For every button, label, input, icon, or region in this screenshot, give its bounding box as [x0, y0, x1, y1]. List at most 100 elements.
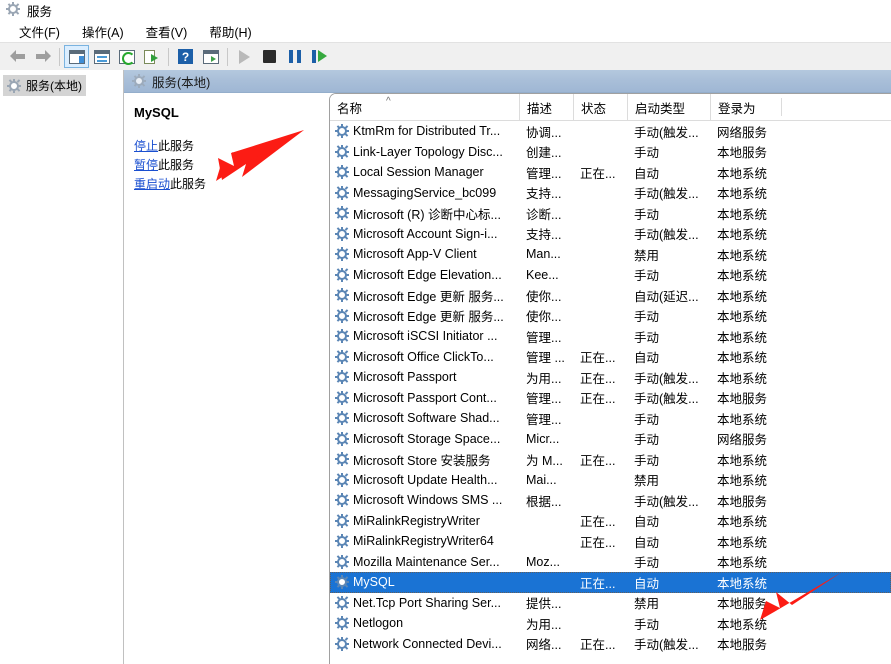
menu-action[interactable]: 操作(A)	[71, 20, 135, 43]
cell-service-name: Microsoft Office ClickTo...	[330, 349, 519, 364]
cell-log-on-as: 网络服务	[717, 433, 768, 448]
cell-startup-type: 手动	[634, 453, 660, 468]
show-action-pane-button[interactable]	[198, 45, 223, 68]
service-name-label: Microsoft iSCSI Initiator ...	[353, 329, 498, 344]
cell-log-on-as: 本地系统	[717, 351, 768, 366]
table-row[interactable]: Microsoft Software Shad... 管理... 手动 本地系统	[330, 408, 891, 429]
service-name-label: Link-Layer Topology Disc...	[353, 144, 503, 159]
table-row[interactable]: MessagingService_bc099 支持... 手动(触发... 本地系统	[330, 183, 891, 204]
start-service-button[interactable]	[232, 45, 257, 68]
table-row[interactable]: Microsoft Edge Elevation... Kee... 手动 本地系统	[330, 265, 891, 286]
column-header-log-on-as[interactable]: 登录为	[710, 94, 782, 120]
column-header-name[interactable]: 名称 ^	[330, 94, 519, 120]
cell-startup-type: 手动(触发...	[634, 187, 699, 202]
cell-status: 正在...	[580, 371, 616, 386]
cell-description: 为 M...	[526, 453, 563, 468]
table-row[interactable]: Local Session Manager 管理... 正在... 自动 本地系统	[330, 162, 891, 183]
cell-status: 正在...	[580, 392, 616, 407]
cell-log-on-as: 本地系统	[717, 289, 768, 304]
table-row[interactable]: Microsoft Passport Cont... 管理... 正在... 手动(触…	[330, 388, 891, 409]
column-header-startup-type[interactable]: 启动类型	[627, 94, 710, 120]
column-header-status-label: 状态	[581, 101, 607, 116]
table-row[interactable]: Mozilla Maintenance Ser... Moz... 手动 本地系统	[330, 552, 891, 573]
service-gear-icon	[335, 493, 349, 508]
restart-service-link[interactable]: 重启动	[134, 177, 170, 191]
export-list-button[interactable]	[139, 45, 164, 68]
forward-button[interactable]	[30, 45, 55, 68]
table-row[interactable]: Network Connected Devi... 网络... 正在... 手动(触发…	[330, 634, 891, 655]
table-row[interactable]: Microsoft Windows SMS ... 根据... 手动(触发... 本地…	[330, 490, 891, 511]
table-row[interactable]: Microsoft Passport 为用... 正在... 手动(触发... 本地系统	[330, 367, 891, 388]
tree-node-services-local[interactable]: 服务(本地)	[3, 75, 86, 96]
table-row[interactable]: MiRalinkRegistryWriter 正在... 自动 本地系统	[330, 511, 891, 532]
cell-startup-type: 手动	[634, 556, 660, 571]
cell-service-name: Microsoft Store 安装服务	[330, 450, 519, 469]
back-button[interactable]	[5, 45, 30, 68]
title-bar: 服务	[0, 0, 891, 20]
table-row[interactable]: MiRalinkRegistryWriter64 正在... 自动 本地系统	[330, 531, 891, 552]
service-name-label: Microsoft Software Shad...	[353, 411, 500, 426]
properties-icon	[93, 49, 110, 64]
results-pane: 服务(本地) MySQL 停止此服务 暂停此服务 重启动此服务 名称 ^ 描述 …	[124, 70, 891, 664]
restart-service-button[interactable]	[307, 45, 332, 68]
service-name-label: Microsoft Storage Space...	[353, 431, 501, 446]
stop-service-icon	[263, 50, 276, 63]
column-header-status[interactable]: 状态	[573, 94, 627, 120]
table-row[interactable]: KtmRm for Distributed Tr... 协调... 手动(触发...…	[330, 121, 891, 142]
cell-status: 正在...	[580, 453, 616, 468]
cell-description: 管理...	[526, 166, 562, 181]
properties-button[interactable]	[89, 45, 114, 68]
table-row[interactable]: Microsoft (R) 诊断中心标... 诊断... 手动 本地系统	[330, 203, 891, 224]
table-row[interactable]: Microsoft Update Health... Mai... 禁用 本地系统	[330, 470, 891, 491]
cell-log-on-as: 本地系统	[717, 474, 768, 489]
pause-service-icon	[288, 50, 301, 63]
cell-log-on-as: 本地系统	[717, 556, 768, 571]
cell-startup-type: 自动	[634, 535, 660, 550]
service-name-label: Local Session Manager	[353, 165, 484, 180]
table-row[interactable]: Microsoft App-V Client Man... 禁用 本地系统	[330, 244, 891, 265]
table-row[interactable]: Microsoft Store 安装服务 为 M... 正在... 手动 本地系统	[330, 449, 891, 470]
table-row[interactable]: Netlogon 为用... 手动 本地系统	[330, 613, 891, 634]
cell-startup-type: 手动(触发...	[634, 371, 699, 386]
pause-service-button[interactable]	[282, 45, 307, 68]
menu-file[interactable]: 文件(F)	[8, 20, 71, 43]
service-gear-icon	[335, 554, 349, 569]
menu-view[interactable]: 查看(V)	[135, 20, 199, 43]
pause-service-link[interactable]: 暂停	[134, 158, 158, 172]
cell-log-on-as: 本地系统	[717, 166, 768, 181]
stop-service-link[interactable]: 停止	[134, 139, 158, 153]
table-row[interactable]: Microsoft iSCSI Initiator ... 管理... 手动 本地系统	[330, 326, 891, 347]
show-hide-console-tree-button[interactable]	[64, 45, 89, 68]
table-row[interactable]: Microsoft Account Sign-i... 支持... 手动(触发...…	[330, 224, 891, 245]
table-row[interactable]: Microsoft Storage Space... Micr... 手动 网络服务	[330, 429, 891, 450]
table-row[interactable]: Link-Layer Topology Disc... 创建... 手动 本地服务	[330, 142, 891, 163]
table-row[interactable]: Microsoft Edge 更新 服务... 使你... 自动(延迟... 本地系统	[330, 285, 891, 306]
stop-service-button[interactable]	[257, 45, 282, 68]
cell-description: Kee...	[526, 267, 559, 282]
services-list-view: 名称 ^ 描述 状态 启动类型 登录为 KtmRm for Distribute…	[329, 93, 891, 664]
refresh-button[interactable]	[114, 45, 139, 68]
cell-service-name: Microsoft Passport Cont...	[330, 390, 519, 405]
cell-log-on-as: 本地系统	[717, 187, 768, 202]
menu-help[interactable]: 帮助(H)	[198, 20, 262, 43]
tree-node-label: 服务(本地)	[26, 79, 82, 93]
table-row[interactable]: Net.Tcp Port Sharing Ser... 提供... 禁用 本地服务	[330, 593, 891, 614]
cell-startup-type: 自动	[634, 515, 660, 530]
cell-log-on-as: 本地系统	[717, 330, 768, 345]
cell-log-on-as: 本地系统	[717, 412, 768, 427]
column-header-description[interactable]: 描述	[519, 94, 573, 120]
cell-status: 正在...	[580, 638, 616, 653]
service-gear-icon	[335, 616, 349, 631]
cell-startup-type: 手动(触发...	[634, 125, 699, 140]
cell-description: 为用...	[526, 371, 562, 386]
cell-description: 根据...	[526, 494, 562, 509]
help-button[interactable]: ?	[173, 45, 198, 68]
table-row[interactable]: Microsoft Edge 更新 服务... 使你... 手动 本地系统	[330, 306, 891, 327]
toolbar: ?	[0, 42, 891, 71]
table-row[interactable]: MySQL 正在... 自动 本地系统	[330, 572, 891, 593]
service-gear-icon	[335, 288, 349, 303]
cell-log-on-as: 本地服务	[717, 494, 768, 509]
restart-service-icon	[312, 50, 327, 63]
table-row[interactable]: Microsoft Office ClickTo... 管理 ... 正在... 自动…	[330, 347, 891, 368]
cell-service-name: Microsoft Account Sign-i...	[330, 226, 519, 241]
